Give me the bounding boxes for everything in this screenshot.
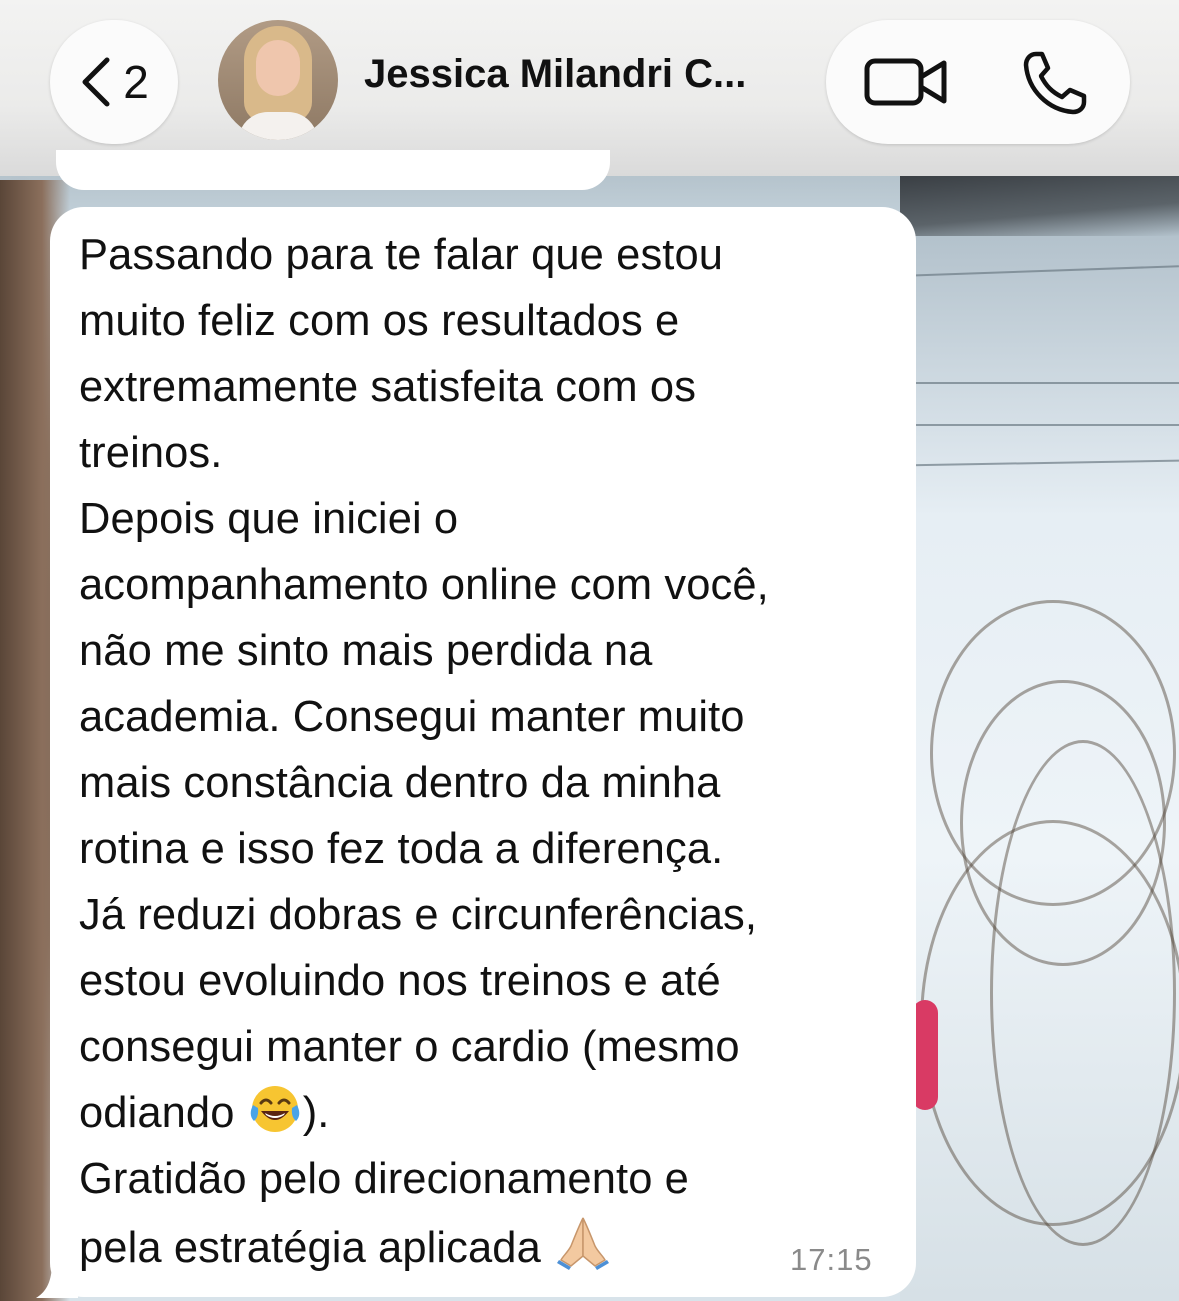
message-line: não me sinto mais perdida na xyxy=(79,627,653,675)
message-text: Passando para te falar que estou muito f… xyxy=(79,222,899,1278)
message-line: acompanhamento online com você, xyxy=(79,561,769,609)
contact-name[interactable]: Jessica Milandri C... xyxy=(364,52,746,97)
folded-hands-icon xyxy=(557,1217,610,1270)
message-line: mais constância dentro da minha xyxy=(79,759,721,807)
message-line: muito feliz com os resultados e xyxy=(79,297,680,345)
message-line: Já reduzi dobras e circunferências, xyxy=(79,891,758,939)
message-line: Gratidão pelo direcionamento e xyxy=(79,1155,689,1203)
message-line: Depois que iniciei o xyxy=(79,495,459,543)
avatar[interactable] xyxy=(218,20,338,140)
message-line: rotina e isso fez toda a diferença. xyxy=(79,825,724,873)
chevron-left-icon xyxy=(82,57,110,107)
message-line: Passando para te falar que estou xyxy=(79,231,724,279)
face-with-tears-of-joy-icon xyxy=(250,1086,299,1132)
phone-call-icon[interactable] xyxy=(1022,50,1088,116)
call-actions xyxy=(826,20,1130,144)
video-call-icon[interactable] xyxy=(864,55,948,109)
unread-count: 2 xyxy=(123,56,149,108)
message-line: extremamente satisfeita com os xyxy=(79,363,697,411)
message-line: academia. Consegui manter muito xyxy=(79,693,745,741)
message-line: estou evoluindo nos treinos e até xyxy=(79,957,721,1005)
back-button[interactable]: 2 xyxy=(50,20,178,144)
message-line: pela estratégia aplicada xyxy=(79,1212,899,1278)
message-line: odiando ). xyxy=(79,1080,899,1146)
message-timestamp: 17:15 xyxy=(790,1242,873,1277)
message-line: consegui manter o cardio (mesmo xyxy=(79,1023,740,1071)
previous-message-bubble xyxy=(56,150,610,190)
bubble-tail xyxy=(36,1262,78,1298)
message-line: treinos. xyxy=(79,429,223,477)
